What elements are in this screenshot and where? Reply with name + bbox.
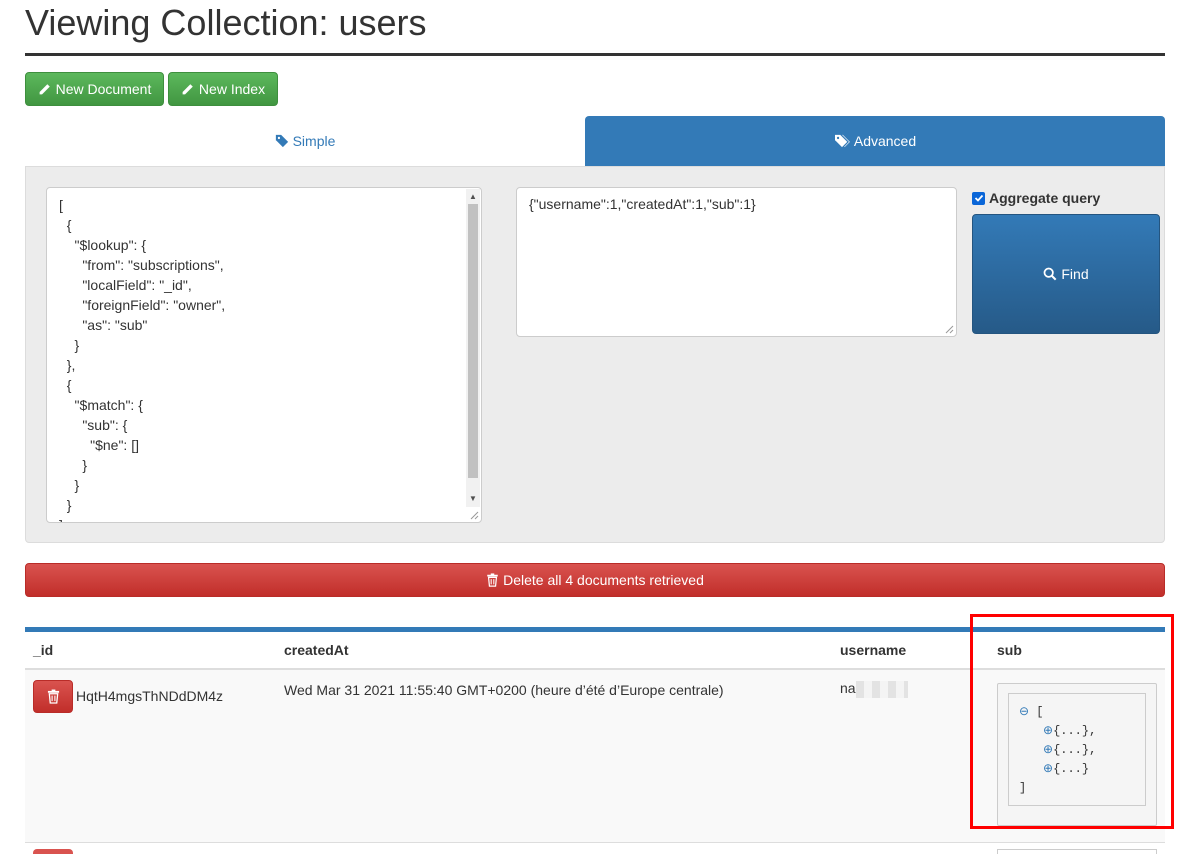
new-document-label: New Document [55, 81, 152, 97]
delete-row-button[interactable] [33, 849, 73, 854]
redacted-blur [855, 680, 908, 698]
scroll-thumb[interactable] [468, 204, 478, 478]
delete-all-button[interactable]: Delete all 4 documents retrieved [25, 563, 1165, 597]
tab-simple[interactable]: Simple [25, 116, 585, 166]
highlight-box [970, 614, 1174, 829]
delete-all-label: Delete all 4 documents retrieved [503, 572, 704, 588]
delete-row-button[interactable] [33, 680, 73, 713]
cell-id[interactable]: HqtH4mgsThNDdDM4z [76, 688, 223, 704]
column-header-id[interactable]: _id [33, 632, 53, 668]
aggregate-query-label: Aggregate query [989, 190, 1101, 206]
pipeline-text: [ { "$lookup": { "from": "subscriptions"… [59, 197, 226, 522]
resize-grip-icon[interactable] [469, 510, 479, 520]
scrollbar[interactable]: ▲ ▼ [466, 189, 480, 507]
tab-advanced-label: Advanced [853, 133, 917, 149]
username-text: na [840, 680, 856, 696]
aggregate-query-checkbox[interactable]: Aggregate query [972, 190, 1100, 206]
tab-advanced[interactable]: Advanced [585, 116, 1165, 166]
scroll-up-arrow-icon[interactable]: ▲ [466, 189, 480, 203]
projection-input[interactable]: {"username":1,"createdAt":1,"sub":1} [516, 187, 957, 337]
new-document-button[interactable]: New Document [25, 72, 164, 106]
pipeline-input[interactable]: [ { "$lookup": { "from": "subscriptions"… [46, 187, 482, 523]
find-label: Find [1061, 266, 1089, 282]
tab-simple-label: Simple [292, 133, 336, 149]
projection-text: {"username":1,"createdAt":1,"sub":1} [529, 196, 756, 212]
page-title: Viewing Collection: users [25, 0, 1165, 56]
column-header-createdat[interactable]: createdAt [284, 632, 349, 668]
trash-icon [47, 689, 59, 704]
pencil-icon [39, 83, 50, 94]
search-icon [1043, 267, 1057, 281]
trash-icon [487, 573, 498, 587]
cell-username: na [840, 680, 908, 698]
pencil-icon [182, 83, 193, 94]
scroll-down-arrow-icon[interactable]: ▼ [466, 491, 480, 505]
query-panel: [ { "$lookup": { "from": "subscriptions"… [25, 166, 1165, 543]
new-index-label: New Index [198, 81, 266, 97]
checkbox-checked-icon[interactable] [972, 191, 985, 205]
sub-json-viewer [997, 849, 1157, 854]
find-button[interactable]: Find [972, 214, 1160, 334]
column-header-username[interactable]: username [840, 632, 906, 668]
resize-grip-icon[interactable] [944, 324, 954, 334]
tag-icon [275, 134, 288, 148]
new-index-button[interactable]: New Index [168, 72, 278, 106]
cell-createdat: Wed Mar 31 2021 11:55:40 GMT+0200 (heure… [284, 682, 724, 698]
tags-icon [834, 134, 850, 148]
